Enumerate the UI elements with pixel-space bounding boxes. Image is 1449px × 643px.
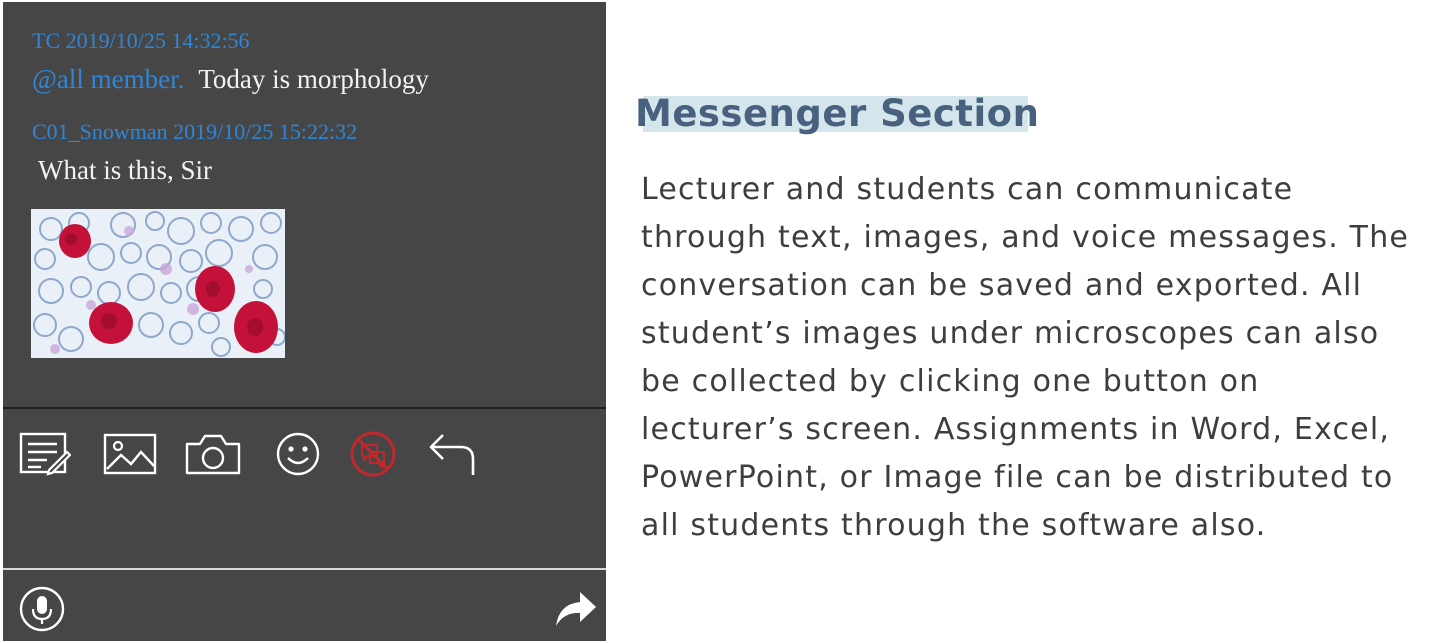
message-list[interactable]: TC 2019/10/25 14:32:56 @all member. Today…	[3, 2, 606, 407]
camera-icon[interactable]	[183, 424, 243, 484]
description-line: lecturer’s screen. Assignments in Word, …	[641, 412, 1391, 447]
description-line: student’s images under microscopes can a…	[641, 316, 1380, 351]
input-divider	[3, 568, 606, 570]
mention-tag[interactable]: @all member.	[32, 64, 184, 94]
message-body: What is this, Sir	[38, 155, 212, 185]
section-title: Messenger Section	[635, 92, 1040, 135]
shared-microscope-image[interactable]	[31, 209, 285, 358]
description-line: through text, images, and voice messages…	[641, 220, 1410, 255]
send-forward-icon[interactable]	[554, 590, 598, 633]
message-meta: TC 2019/10/25 14:32:56	[32, 28, 250, 53]
input-bar	[3, 572, 606, 641]
message-text: @all member. Today is morphology	[32, 64, 429, 95]
description-line: conversation can be saved and exported. …	[641, 268, 1363, 303]
image-icon[interactable]	[101, 424, 159, 484]
messenger-panel: TC 2019/10/25 14:32:56 @all member. Today…	[3, 2, 606, 641]
section-description: Lecturer and students can communicate th…	[641, 166, 1449, 550]
toolbar-divider	[3, 407, 606, 409]
microphone-icon[interactable]	[18, 585, 66, 638]
message-meta: C01_Snowman 2019/10/25 15:22:32	[32, 119, 358, 144]
chat-disabled-icon[interactable]	[348, 424, 398, 484]
message-toolbar	[3, 424, 606, 484]
undo-icon[interactable]	[423, 424, 479, 484]
message-body: Today is morphology	[198, 64, 429, 94]
description-line: be collected by clicking one button on	[641, 364, 1260, 399]
description-line: Lecturer and students can communicate	[641, 172, 1294, 207]
description-line: all students through the software also.	[641, 508, 1267, 543]
emoji-icon[interactable]	[273, 424, 323, 484]
description-line: PowerPoint, or Image file can be distrib…	[641, 460, 1394, 495]
edit-text-icon[interactable]	[17, 424, 73, 484]
